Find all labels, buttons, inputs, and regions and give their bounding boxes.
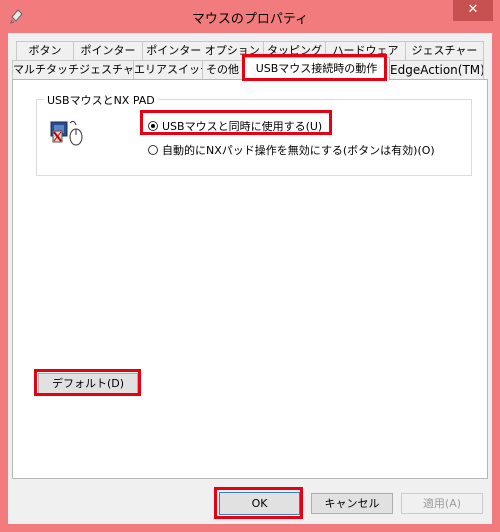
tab-area-switch[interactable]: エリアスイッチ bbox=[133, 60, 203, 80]
mouse-properties-window: マウスのプロパティ ✕ ボタン ポインター ポインター オプション タッピング … bbox=[0, 0, 500, 532]
apply-button[interactable]: 適用(A) bbox=[401, 493, 483, 514]
radio-use-with-usb-mouse-label: USBマウスと同時に使用する(U) bbox=[162, 120, 323, 133]
radio-unselected-indicator[interactable] bbox=[148, 145, 158, 155]
tab-usb-mouse-behavior[interactable]: USBマウス接続時の動作 bbox=[243, 57, 390, 80]
cancel-button[interactable]: キャンセル bbox=[311, 493, 393, 514]
group-title: USBマウスとNX PAD bbox=[44, 92, 158, 108]
radio-use-with-usb-mouse[interactable]: USBマウスと同時に使用する(U) bbox=[148, 118, 322, 134]
tab-other[interactable]: その他 bbox=[202, 60, 243, 80]
usb-nxpad-group bbox=[36, 99, 472, 176]
usb-mouse-touchpad-icon bbox=[50, 120, 83, 146]
radio-disable-nxpad-label: 自動的にNXパッド操作を無効にする(ボタンは有効)(O) bbox=[162, 144, 435, 157]
tab-buttons[interactable]: ボタン bbox=[16, 41, 74, 60]
window-title: マウスのプロパティ bbox=[191, 12, 309, 27]
tab-edgeaction[interactable]: EdgeAction(TM) bbox=[389, 60, 484, 80]
radio-selected-indicator[interactable] bbox=[148, 121, 158, 131]
title-bar[interactable]: マウスのプロパティ ✕ bbox=[0, 0, 500, 33]
default-button[interactable]: デフォルト(D) bbox=[38, 373, 138, 394]
tab-pointer[interactable]: ポインター bbox=[73, 41, 143, 60]
radio-disable-nxpad[interactable]: 自動的にNXパッド操作を無効にする(ボタンは有効)(O) bbox=[148, 142, 435, 158]
ok-button[interactable]: OK bbox=[219, 492, 300, 515]
dialog-client-area: ボタン ポインター ポインター オプション タッピング ハードウェア ジェスチャ… bbox=[8, 33, 492, 524]
close-button[interactable]: ✕ bbox=[453, 0, 493, 21]
tab-multitouch-gesture[interactable]: マルチタッチジェスチャー bbox=[12, 60, 134, 80]
tab-gesture[interactable]: ジェスチャー bbox=[405, 41, 484, 60]
